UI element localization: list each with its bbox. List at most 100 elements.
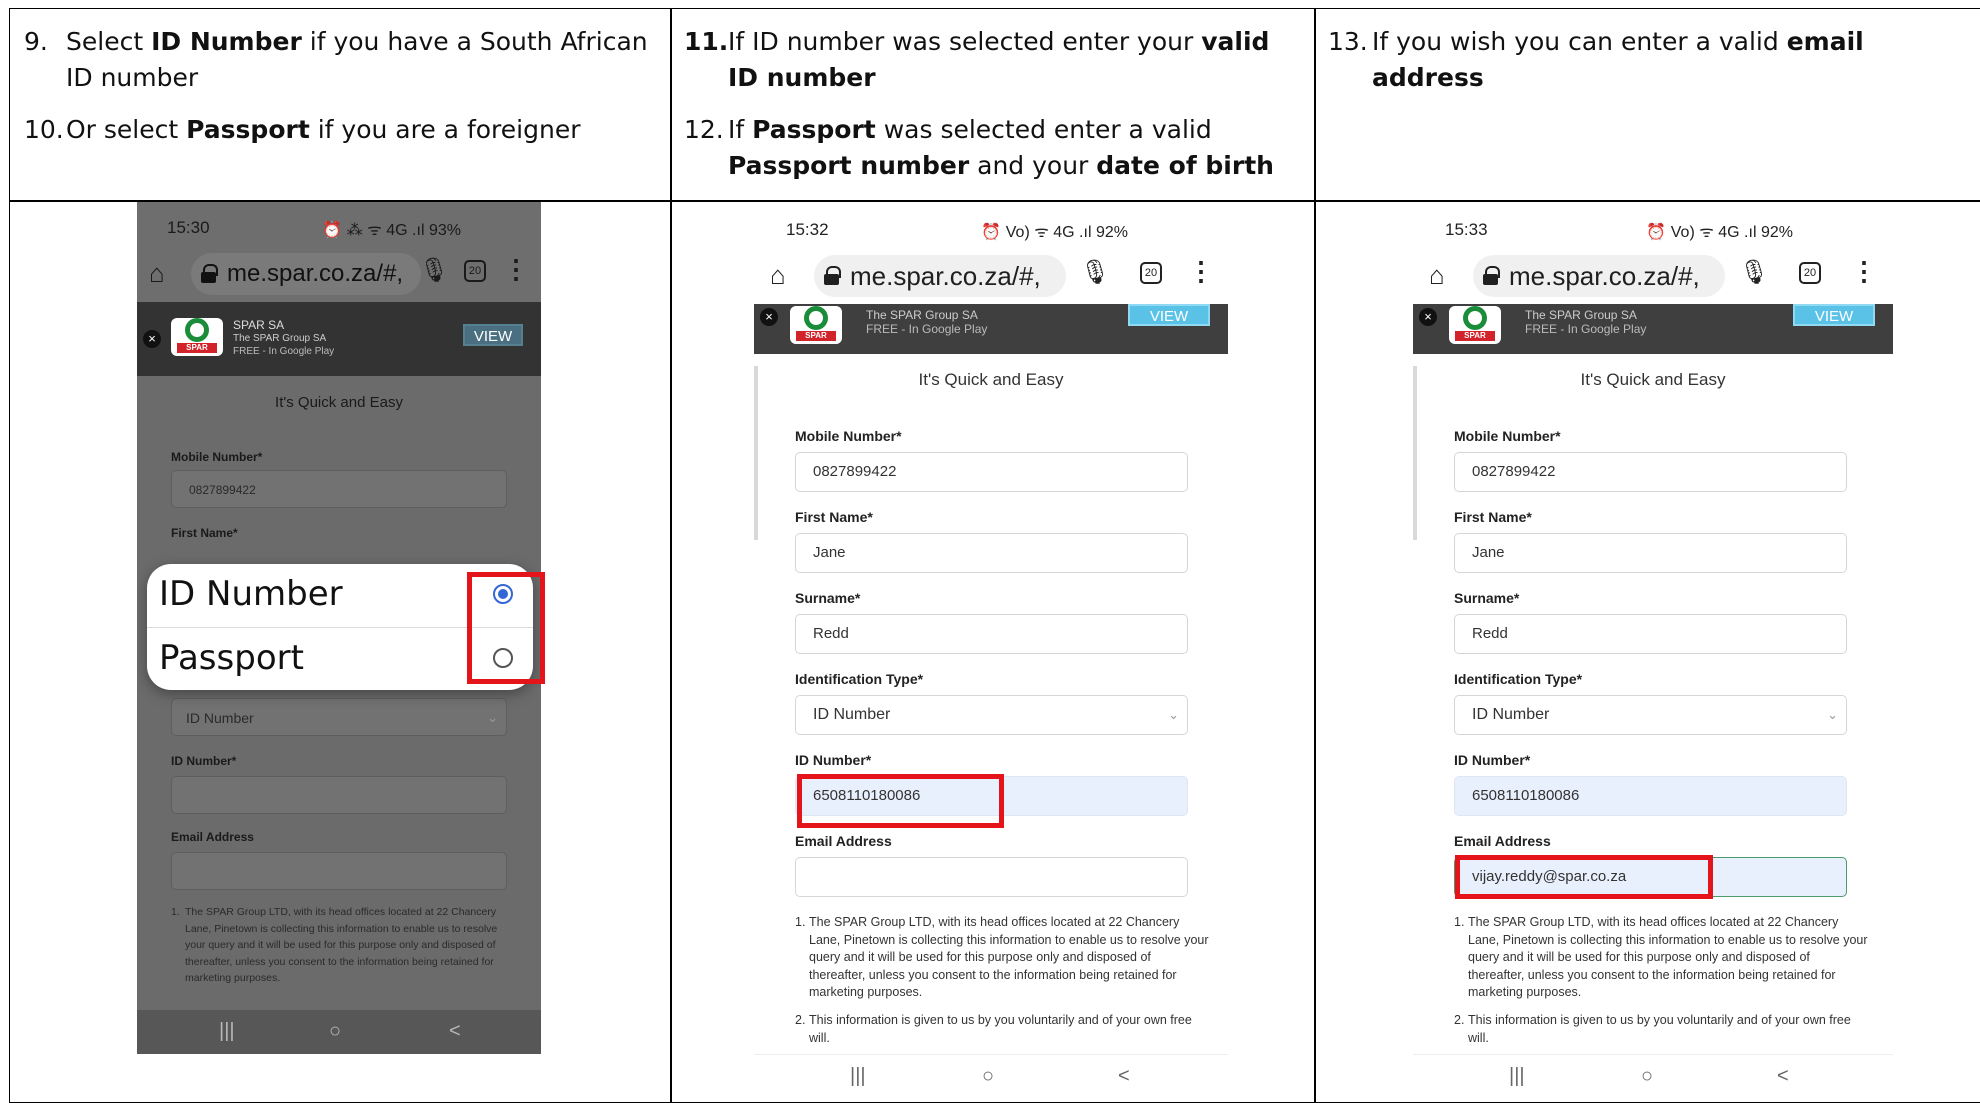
- id-type-select[interactable]: ID Number ⌄: [171, 698, 507, 736]
- mic-icon[interactable]: 🎙: [419, 256, 449, 285]
- browser-url-bar: ⌂ me.spar.co.za/#, 🎙 20 ⋮: [1413, 248, 1893, 304]
- app-install-banner: × SPAR The SPAR Group SA FREE - In Googl…: [754, 304, 1228, 354]
- battery-level: 93%: [428, 222, 461, 239]
- id-type-label: Identification Type*: [1454, 671, 1583, 687]
- terms-number: 1.: [171, 906, 180, 918]
- banner-store: FREE - In Google Play: [866, 322, 988, 336]
- id-type-select[interactable]: ID Number ⌄: [1454, 695, 1847, 735]
- status-icons: ⏰ ⁂ ᯤ 4G .ıl 93%: [322, 218, 461, 240]
- option-passport[interactable]: Passport: [159, 638, 304, 678]
- browser-url-bar: ⌂ me.spar.co.za/#, 🎙 20 ⋮: [137, 246, 541, 302]
- home-nav-icon[interactable]: ○: [1641, 1065, 1653, 1088]
- step-text-bold: Passport: [186, 115, 310, 144]
- step-number: 12.: [684, 115, 724, 144]
- close-banner-icon[interactable]: ×: [760, 308, 778, 326]
- column-divider: [1314, 9, 1316, 1102]
- id-type-select[interactable]: ID Number ⌄: [795, 695, 1188, 735]
- banner-view-button[interactable]: VIEW: [463, 324, 523, 346]
- step-text-bold: Passport: [752, 115, 876, 144]
- mobile-field[interactable]: 0827899422: [1454, 452, 1847, 492]
- home-icon[interactable]: ⌂: [1429, 260, 1445, 291]
- spar-logo: SPAR: [171, 318, 223, 356]
- step-text: was selected enter a valid: [875, 115, 1212, 144]
- android-nav-bar: ||| ○ <: [1413, 1054, 1893, 1094]
- status-icons: ⏰ Vo) ᯤ 4G .ıl 92%: [1646, 220, 1793, 242]
- step-text: Or select: [66, 115, 187, 144]
- instructions-column-1: 9. Select ID Number if you have a South A…: [24, 24, 654, 164]
- url-text: me.spar.co.za/#,: [1509, 261, 1700, 291]
- id-number-field[interactable]: 6508110180086: [1454, 776, 1847, 816]
- id-number-field[interactable]: [171, 776, 507, 814]
- id-number-label: ID Number*: [795, 752, 872, 768]
- url-field[interactable]: me.spar.co.za/#,: [191, 253, 421, 295]
- home-icon[interactable]: ⌂: [770, 260, 786, 291]
- first-name-field[interactable]: Jane: [795, 533, 1188, 573]
- status-time: 15:32: [786, 220, 829, 239]
- mic-icon[interactable]: 🎙: [1080, 258, 1110, 287]
- recents-icon[interactable]: |||: [219, 1020, 235, 1043]
- surname-field[interactable]: Redd: [1454, 614, 1847, 654]
- banner-view-button[interactable]: VIEW: [1793, 304, 1875, 326]
- banner-app-name: SPAR SA: [233, 318, 285, 332]
- recents-icon[interactable]: |||: [1509, 1065, 1525, 1088]
- terms-number: 1.: [795, 915, 806, 929]
- close-banner-icon[interactable]: ×: [143, 330, 161, 348]
- browser-url-bar: ⌂ me.spar.co.za/#, 🎙 20 ⋮: [754, 248, 1228, 304]
- status-icons: ⏰ Vo) ᯤ 4G .ıl 92%: [981, 220, 1128, 242]
- instruction-step-10: 10. Or select Passport if you are a forei…: [24, 112, 654, 148]
- email-field[interactable]: [795, 857, 1188, 897]
- chevron-down-icon: ⌄: [487, 710, 498, 725]
- home-nav-icon[interactable]: ○: [982, 1065, 994, 1088]
- app-install-banner: × SPAR The SPAR Group SA FREE - In Googl…: [1413, 304, 1893, 354]
- step-number: 9.: [24, 27, 48, 56]
- tabs-icon[interactable]: 20: [1799, 262, 1821, 284]
- mobile-label: Mobile Number*: [171, 450, 263, 464]
- terms-item-1: 1. The SPAR Group LTD, with its head offi…: [171, 904, 515, 987]
- highlight-box: [1455, 855, 1713, 899]
- close-banner-icon[interactable]: ×: [1419, 308, 1437, 326]
- step-text: If ID number was selected enter your: [728, 27, 1202, 56]
- column-divider: [670, 9, 672, 1102]
- url-field[interactable]: me.spar.co.za/#,: [1473, 255, 1725, 297]
- mobile-label: Mobile Number*: [795, 428, 902, 444]
- step-text: if you are a foreigner: [309, 115, 581, 144]
- mobile-field[interactable]: 0827899422: [795, 452, 1188, 492]
- more-menu-icon[interactable]: ⋮: [1851, 256, 1877, 287]
- more-menu-icon[interactable]: ⋮: [1188, 256, 1214, 287]
- recents-icon[interactable]: |||: [850, 1065, 866, 1088]
- tabs-icon[interactable]: 20: [1140, 262, 1162, 284]
- back-icon[interactable]: <: [1118, 1065, 1130, 1088]
- surname-field[interactable]: Redd: [795, 614, 1188, 654]
- email-field[interactable]: [171, 852, 507, 890]
- highlight-box: [797, 774, 1004, 828]
- banner-publisher: The SPAR Group SA: [866, 308, 978, 322]
- id-number-label: ID Number*: [171, 754, 237, 768]
- option-id-number[interactable]: ID Number: [159, 574, 343, 614]
- url-text: me.spar.co.za/#,: [850, 261, 1041, 291]
- signal-icons: ⏰ Vo) ᯤ 4G .ıl: [981, 224, 1092, 241]
- highlight-box: [467, 572, 545, 684]
- form-subtitle: It's Quick and Easy: [1580, 370, 1726, 389]
- mobile-field[interactable]: 0827899422: [171, 470, 507, 508]
- more-menu-icon[interactable]: ⋮: [503, 254, 529, 285]
- back-icon[interactable]: <: [1777, 1065, 1789, 1088]
- step-text: If you wish you can enter a valid: [1372, 27, 1787, 56]
- url-text: me.spar.co.za/#,: [227, 260, 404, 287]
- terms-item-1: 1. The SPAR Group LTD, with its head offi…: [795, 914, 1209, 1002]
- home-icon[interactable]: ⌂: [149, 258, 165, 289]
- first-name-field[interactable]: Jane: [1454, 533, 1847, 573]
- mic-icon[interactable]: 🎙: [1739, 258, 1769, 287]
- banner-view-button[interactable]: VIEW: [1128, 304, 1210, 326]
- mobile-label: Mobile Number*: [1454, 428, 1561, 444]
- id-type-value: ID Number: [813, 706, 891, 723]
- back-icon[interactable]: <: [449, 1020, 461, 1043]
- tabs-icon[interactable]: 20: [464, 260, 486, 282]
- battery-level: 92%: [1760, 224, 1793, 241]
- spar-logo: SPAR: [1449, 306, 1501, 344]
- terms-text: The SPAR Group LTD, with its head office…: [185, 906, 498, 984]
- app-install-banner: × SPAR SPAR SA The SPAR Group SA FREE - …: [137, 302, 541, 376]
- url-field[interactable]: me.spar.co.za/#,: [814, 255, 1066, 297]
- home-nav-icon[interactable]: ○: [329, 1020, 341, 1043]
- id-type-value: ID Number: [186, 710, 254, 726]
- email-label: Email Address: [171, 830, 254, 844]
